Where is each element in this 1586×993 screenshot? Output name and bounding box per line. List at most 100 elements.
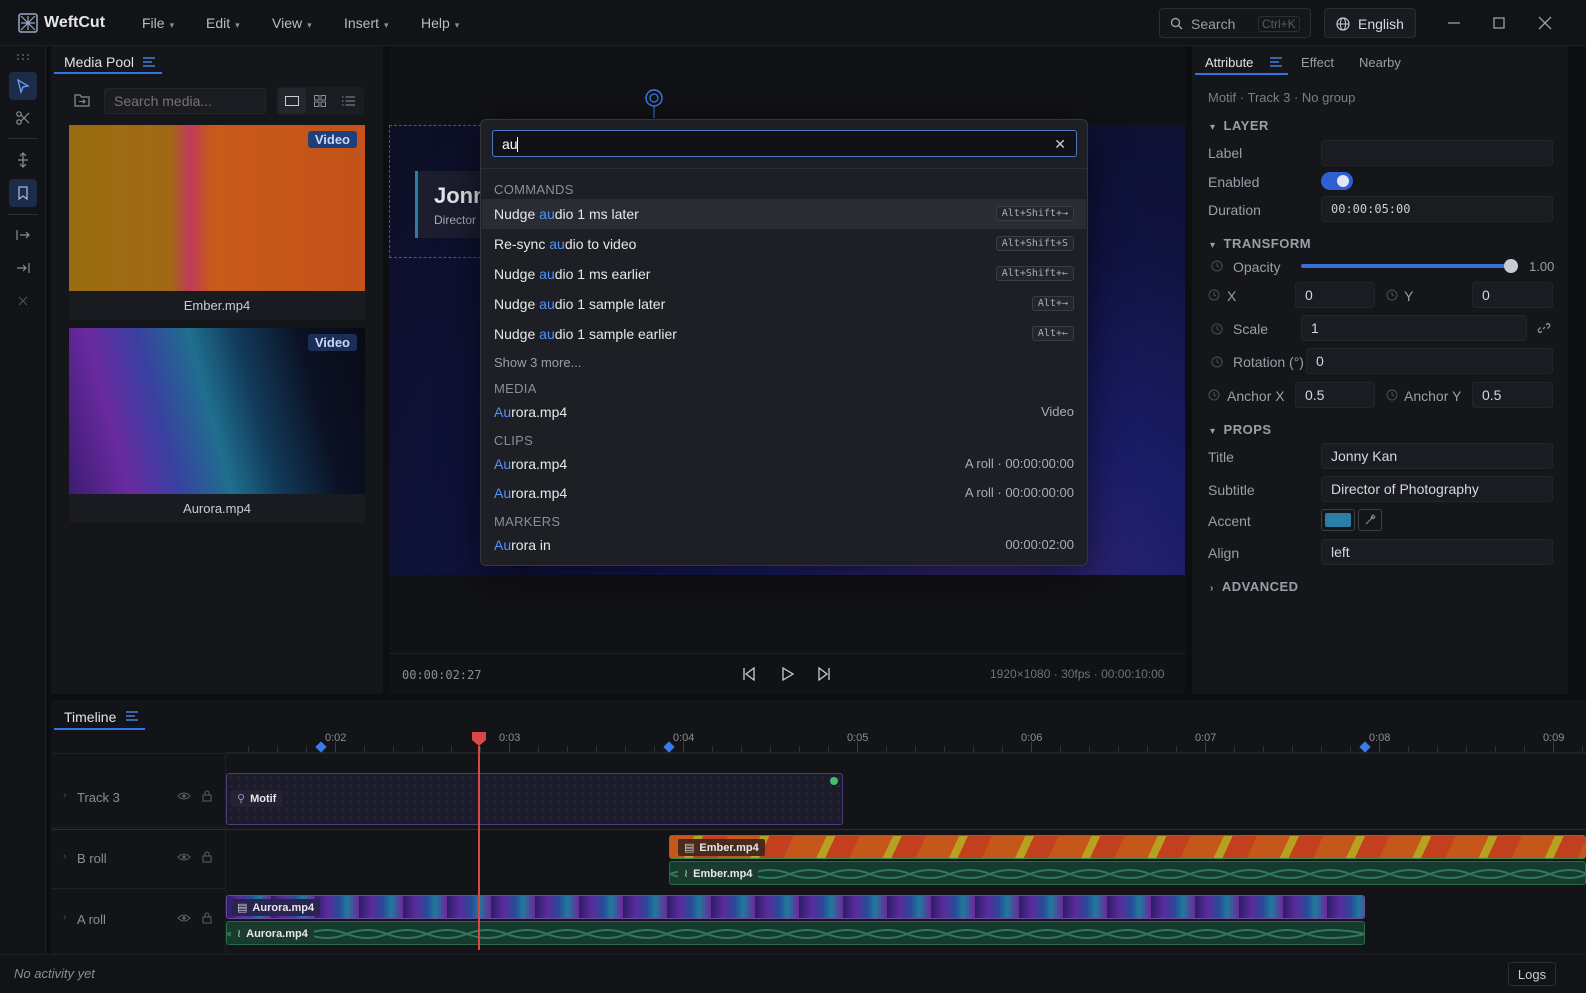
eye-icon[interactable] — [177, 791, 191, 801]
anchor-y-label: Anchor Y — [1404, 388, 1462, 404]
menu-edit[interactable]: Edit ▾ — [206, 15, 240, 31]
lock-icon[interactable] — [202, 851, 212, 863]
move-vertical-icon — [18, 152, 28, 168]
clip-result-item[interactable]: Aurora.mp4 A roll · 00:00:00:00 — [482, 449, 1086, 479]
menu-icon[interactable] — [143, 57, 155, 67]
link-icon[interactable] — [1537, 321, 1551, 335]
eye-icon[interactable] — [177, 913, 191, 923]
keyframe-clock-icon[interactable] — [1386, 289, 1398, 301]
command-item[interactable]: Nudge audio 1 ms earlier Alt+Shift+← — [482, 259, 1086, 289]
section-transform[interactable]: ▾ TRANSFORM — [1210, 236, 1311, 251]
enabled-toggle[interactable] — [1321, 172, 1353, 190]
accent-color-swatch[interactable] — [1321, 509, 1355, 531]
tab-media-pool[interactable]: Media Pool — [64, 54, 134, 70]
menu-icon[interactable] — [126, 711, 138, 721]
ruler-minor-tick — [596, 746, 597, 752]
menu-view[interactable]: View ▾ — [272, 15, 312, 31]
menu-help[interactable]: Help ▾ — [421, 15, 459, 31]
clear-icon[interactable]: ✕ — [1054, 136, 1066, 153]
command-item[interactable]: Re-sync audio to video Alt+Shift+S — [482, 229, 1086, 259]
media-search-input[interactable] — [104, 88, 266, 114]
skip-back-icon[interactable] — [741, 666, 757, 682]
section-advanced[interactable]: › ADVANCED — [1210, 579, 1299, 594]
media-item-ember[interactable]: Video Ember.mp4 — [69, 125, 365, 320]
logs-button[interactable]: Logs — [1508, 962, 1556, 986]
select-tool-button[interactable] — [9, 72, 37, 100]
opacity-slider[interactable] — [1301, 264, 1511, 268]
x-input[interactable]: 0 — [1295, 282, 1375, 308]
subtitle-input[interactable]: Director of Photography — [1321, 476, 1553, 502]
razor-tool-button[interactable] — [9, 104, 37, 132]
title-input[interactable]: Jonny Kan — [1321, 443, 1553, 469]
keyframe-clock-icon[interactable] — [1208, 289, 1220, 301]
marker-result-item[interactable]: Aurora in 00:00:02:00 — [482, 530, 1086, 560]
media-result-item[interactable]: Aurora.mp4 Video — [482, 397, 1086, 427]
ripple-out-button[interactable] — [9, 254, 37, 282]
rotation-input[interactable]: 0 — [1306, 348, 1553, 374]
show-more-link[interactable]: Show 3 more... — [494, 355, 581, 370]
menu-icon[interactable] — [1270, 57, 1282, 67]
playhead-handle-icon[interactable] — [471, 731, 487, 747]
import-folder-icon[interactable] — [74, 93, 90, 107]
aurora-audio-clip[interactable]: ≀ Aurora.mp4 — [226, 921, 1365, 945]
x-icon — [18, 296, 28, 306]
aurora-video-clip[interactable]: ▤ Aurora.mp4 — [226, 895, 1365, 919]
lock-icon[interactable] — [202, 790, 212, 802]
track-header-a-roll[interactable]: › A roll — [51, 890, 225, 950]
clip-result-item[interactable]: Aurora.mp4 A roll · 00:00:00:00 — [482, 478, 1086, 508]
view-large-button[interactable] — [278, 88, 306, 114]
menu-file[interactable]: File ▾ — [142, 15, 174, 31]
view-grid-button[interactable] — [306, 88, 334, 114]
section-props[interactable]: ▾ PROPS — [1210, 422, 1272, 437]
tab-effect[interactable]: Effect — [1301, 55, 1334, 70]
time-ruler[interactable]: 0:02 0:03 0:04 0:05 0:06 0:07 0:08 0:09 — [226, 731, 1586, 753]
minimize-icon[interactable] — [1444, 13, 1464, 33]
anchor-x-input[interactable]: 0.5 — [1295, 382, 1375, 408]
marker-tool-button[interactable] — [9, 179, 37, 207]
keyframe-clock-icon[interactable] — [1211, 323, 1223, 335]
view-list-button[interactable] — [334, 88, 362, 114]
keyframe-clock-icon[interactable] — [1211, 260, 1223, 272]
command-item[interactable]: Nudge audio 1 sample later Alt+→ — [482, 289, 1086, 319]
tab-nearby[interactable]: Nearby — [1359, 55, 1401, 70]
opacity-slider-knob[interactable] — [1504, 259, 1518, 273]
language-button[interactable]: English — [1324, 8, 1416, 38]
motif-clip[interactable]: ⚲ Motif — [226, 773, 843, 825]
ruler-minor-tick — [1118, 746, 1119, 752]
media-item-aurora[interactable]: Video Aurora.mp4 — [69, 328, 365, 523]
slip-tool-button[interactable] — [9, 146, 37, 174]
skip-forward-icon[interactable] — [816, 666, 832, 682]
drag-grip-icon[interactable] — [16, 52, 30, 62]
clip-label: ⚲ Motif — [231, 790, 283, 807]
clear-tool-button[interactable] — [9, 287, 37, 315]
ember-audio-clip[interactable]: ≀ Ember.mp4 — [669, 861, 1586, 885]
track-header-3[interactable]: › Track 3 — [51, 768, 225, 828]
keyframe-clock-icon[interactable] — [1386, 389, 1398, 401]
scale-input[interactable]: 1 — [1301, 315, 1527, 341]
palette-search-input[interactable]: au ✕ — [492, 130, 1077, 157]
command-item[interactable]: Nudge audio 1 ms later Alt+Shift+→ — [482, 199, 1086, 229]
ripple-in-button[interactable] — [9, 221, 37, 249]
ember-video-clip[interactable]: ▤ Ember.mp4 — [669, 835, 1586, 859]
keyframe-clock-icon[interactable] — [1208, 389, 1220, 401]
play-icon[interactable] — [779, 666, 795, 682]
track-header-b-roll[interactable]: › B roll — [51, 829, 225, 889]
tab-timeline[interactable]: Timeline — [64, 709, 116, 725]
anchor-y-input[interactable]: 0.5 — [1472, 382, 1553, 408]
command-item[interactable]: Nudge audio 1 sample earlier Alt+← — [482, 319, 1086, 349]
menu-insert[interactable]: Insert ▾ — [344, 15, 389, 31]
align-select[interactable]: left — [1321, 539, 1553, 565]
global-search-button[interactable]: Search Ctrl+K — [1159, 8, 1311, 38]
keyframe-clock-icon[interactable] — [1211, 356, 1223, 368]
y-input[interactable]: 0 — [1472, 282, 1553, 308]
maximize-icon[interactable] — [1489, 13, 1509, 33]
close-icon[interactable] — [1535, 13, 1555, 33]
eye-icon[interactable] — [177, 852, 191, 862]
label-input[interactable] — [1321, 140, 1553, 166]
duration-input[interactable]: 00:00:05:00 — [1321, 196, 1553, 222]
lock-icon[interactable] — [202, 912, 212, 924]
section-layer[interactable]: ▾ LAYER — [1210, 118, 1269, 133]
tab-attribute[interactable]: Attribute — [1205, 55, 1253, 70]
eyedropper-button[interactable] — [1358, 509, 1382, 531]
rotate-handle-icon[interactable] — [644, 88, 664, 118]
